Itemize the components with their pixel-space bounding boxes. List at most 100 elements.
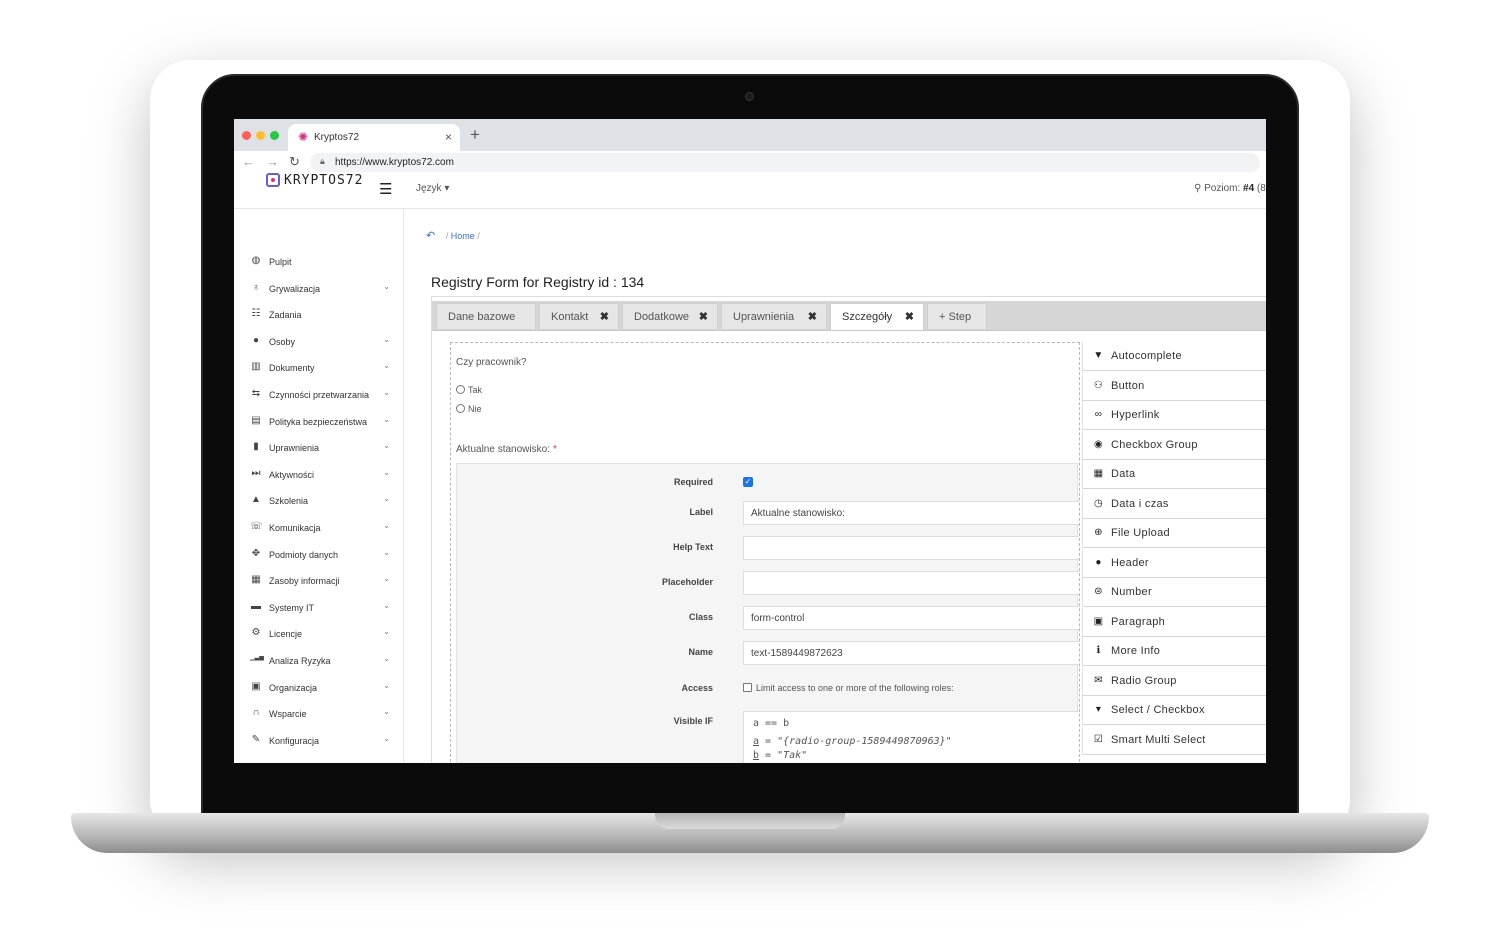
palette-control-label: Autocomplete bbox=[1111, 350, 1182, 362]
name-input[interactable]: text-1589449872623 bbox=[743, 641, 1079, 665]
step-tab[interactable]: Dodatkowe ✖ bbox=[622, 303, 718, 329]
main-content: ↶ / Home / Registry Form for Registry id… bbox=[404, 209, 1266, 763]
sidebar-item-label: Konfiguracja bbox=[269, 735, 320, 746]
chevron-down-icon[interactable]: ⌄ bbox=[383, 282, 390, 291]
palette-control[interactable]: ⊕ File Upload bbox=[1082, 519, 1266, 548]
chevron-down-icon[interactable]: ⌄ bbox=[383, 734, 390, 743]
palette-control[interactable]: ▣ Paragraph bbox=[1082, 607, 1266, 637]
chevron-down-icon[interactable]: ⌄ bbox=[383, 574, 390, 583]
close-tab-icon[interactable]: ✖ bbox=[808, 310, 817, 323]
close-tab-icon[interactable]: ✖ bbox=[905, 310, 914, 323]
close-tab-icon[interactable]: ✖ bbox=[699, 310, 708, 323]
palette-control[interactable]: ◷ Data i czas bbox=[1082, 489, 1266, 519]
browser-tab[interactable]: ✺ Kryptos72 × bbox=[288, 124, 460, 151]
breadcrumb-home-link[interactable]: Home bbox=[451, 231, 475, 241]
chevron-down-icon[interactable]: ⌄ bbox=[383, 415, 390, 424]
hamburger-menu-icon[interactable]: ☰ bbox=[379, 180, 392, 198]
close-tab-icon[interactable]: ✖ bbox=[600, 310, 609, 323]
radio-circle[interactable] bbox=[456, 385, 465, 394]
back-arrow-icon[interactable]: ← bbox=[242, 154, 255, 169]
palette-control[interactable]: ℹ More Info bbox=[1082, 637, 1266, 666]
control-palette: ▼ Autocomplete ⚇ Button ∞ Hyperlink ◉ Checkbox … bbox=[1082, 342, 1266, 763]
sidebar-item[interactable]: ▥ Dokumenty ⌄ bbox=[250, 359, 390, 377]
palette-control[interactable]: ● Header bbox=[1082, 548, 1266, 578]
step-tab[interactable]: Szczegóły ✖ bbox=[830, 303, 924, 330]
screen: ✺ Kryptos72 × + ← → ↻ 🔒︎ https://www.kry… bbox=[234, 119, 1266, 763]
palette-control[interactable]: ✉ Radio Group bbox=[1082, 666, 1266, 696]
logo-text[interactable]: KRYPTOS72 bbox=[284, 173, 363, 188]
sidebar-item[interactable]: ⚙ Licencje ⌄ bbox=[250, 625, 390, 643]
step-tab[interactable]: Uprawnienia ✖ bbox=[721, 303, 827, 329]
back-icon[interactable]: ↶ bbox=[426, 230, 435, 242]
access-option[interactable]: Limit access to one or more of the follo… bbox=[743, 683, 954, 693]
palette-control[interactable]: ▾ Select / Checkbox bbox=[1082, 696, 1266, 725]
step-tab[interactable]: + Step bbox=[927, 303, 987, 329]
checkbox-icon: ☑ bbox=[1093, 733, 1104, 745]
palette-control[interactable]: ⚇ Button bbox=[1082, 371, 1266, 401]
maximize-window-button[interactable] bbox=[270, 131, 279, 140]
chevron-down-icon[interactable]: ⌄ bbox=[383, 707, 390, 716]
sidebar-item[interactable]: ✥ Podmioty danych ⌄ bbox=[250, 546, 390, 564]
visible-if-editor[interactable]: a == b a = "{radio-group-1589449870963}"… bbox=[743, 711, 1079, 763]
palette-control[interactable]: ◉ Checkbox Group bbox=[1082, 430, 1266, 460]
chevron-down-icon[interactable]: ⌄ bbox=[383, 521, 390, 530]
chevron-down-icon[interactable]: ⌄ bbox=[383, 601, 390, 610]
help-text-input[interactable] bbox=[743, 536, 1079, 560]
label-input[interactable]: Aktualne stanowisko: bbox=[743, 501, 1079, 525]
chevron-down-icon[interactable]: ⌄ bbox=[383, 654, 390, 663]
required-asterisk: * bbox=[552, 444, 557, 455]
close-tab-icon[interactable]: × bbox=[445, 130, 452, 144]
sidebar-item[interactable]: ▤ Polityka bezpieczeństwa ⌄ bbox=[250, 413, 390, 431]
sidebar-item[interactable]: ♁ Grywalizacja ⌄ bbox=[250, 280, 390, 298]
palette-control[interactable]: ∞ Hyperlink bbox=[1082, 401, 1266, 430]
sidebar-item[interactable]: ● Osoby ⌄ bbox=[250, 333, 390, 351]
sidebar-item[interactable]: ∩ Wsparcie ⌄ bbox=[250, 705, 390, 723]
chevron-down-icon[interactable]: ⌄ bbox=[383, 494, 390, 503]
palette-control[interactable]: ▼ Autocomplete bbox=[1082, 342, 1266, 371]
forward-arrow-icon[interactable]: → bbox=[266, 154, 279, 169]
sidebar-item[interactable]: ▁▃▅ Analiza Ryzyka ⌄ bbox=[250, 652, 390, 670]
radio-circle[interactable] bbox=[456, 404, 465, 413]
step-tab[interactable]: Dane bazowe bbox=[436, 303, 536, 329]
language-dropdown[interactable]: Język ▾ bbox=[416, 183, 449, 194]
url-input[interactable]: 🔒︎ https://www.kryptos72.com bbox=[310, 153, 1260, 172]
sidebar-item[interactable]: ⇆ Czynności przetwarzania ⌄ bbox=[250, 386, 390, 404]
sidebar-item[interactable]: ⏭ Aktywności ⌄ bbox=[250, 466, 391, 484]
sidebar-item[interactable]: ▲ Szkolenia ⌄ bbox=[250, 492, 390, 510]
placeholder-input[interactable] bbox=[743, 571, 1079, 595]
chevron-down-icon[interactable]: ⌄ bbox=[383, 361, 390, 370]
chevron-down-icon[interactable]: ⌄ bbox=[383, 548, 390, 557]
sidebar-item[interactable]: ▮ Uprawnienia ⌄ bbox=[250, 439, 390, 457]
sidebar-item[interactable]: ☷ Zadania bbox=[250, 306, 390, 324]
radio-option-tak[interactable]: Tak bbox=[456, 385, 482, 395]
sidebar-item[interactable]: ▣ Organizacja ⌄ bbox=[250, 679, 390, 697]
chevron-down-icon[interactable]: ⌄ bbox=[383, 335, 390, 344]
users-icon: ⚇ bbox=[1093, 379, 1104, 391]
sidebar-item[interactable]: ☏ Komunikacja ⌄ bbox=[250, 519, 390, 537]
chevron-down-icon[interactable]: ⌄ bbox=[383, 441, 390, 450]
chevron-down-icon[interactable]: ⌄ bbox=[383, 468, 390, 477]
step-tab[interactable]: Kontakt ✖ bbox=[539, 303, 619, 329]
chevron-down-icon[interactable]: ⌄ bbox=[383, 627, 390, 636]
sidebar-item[interactable]: ▬ Systemy IT ⌄ bbox=[250, 599, 390, 617]
number-icon: ⊜ bbox=[1094, 586, 1103, 597]
palette-control[interactable]: ☑ Smart Multi Select bbox=[1082, 725, 1266, 755]
chevron-down-icon[interactable]: ⌄ bbox=[383, 388, 390, 397]
access-checkbox[interactable] bbox=[743, 683, 752, 692]
radio-option-nie[interactable]: Nie bbox=[456, 404, 482, 414]
sidebar-item[interactable]: ▦ Zasoby informacji ⌄ bbox=[250, 572, 390, 590]
new-tab-icon[interactable]: + bbox=[470, 125, 480, 145]
class-input[interactable]: form-control bbox=[743, 606, 1079, 630]
palette-control[interactable]: ⊜ Number bbox=[1082, 578, 1266, 607]
sidebar-item[interactable]: ✎ Konfiguracja ⌄ bbox=[250, 732, 390, 750]
sidebar-item[interactable]: ◍ Pulpit bbox=[250, 253, 390, 271]
close-window-button[interactable] bbox=[242, 131, 251, 140]
reload-icon[interactable]: ↻ bbox=[289, 154, 300, 170]
chevron-down-icon[interactable]: ⌄ bbox=[383, 681, 390, 690]
minimize-window-button[interactable] bbox=[256, 131, 265, 140]
palette-control-label: Smart Multi Select bbox=[1111, 733, 1206, 746]
required-checkbox[interactable]: ✓ bbox=[743, 477, 753, 487]
step-tab-label: Kontakt bbox=[551, 311, 589, 323]
sidebar: ◍ Pulpit ♁ Grywalizacja ⌄ ☷ Zadania ● Osoby ⌄ ▥ Dok… bbox=[234, 209, 404, 763]
palette-control[interactable]: ▦ Data bbox=[1082, 460, 1266, 489]
